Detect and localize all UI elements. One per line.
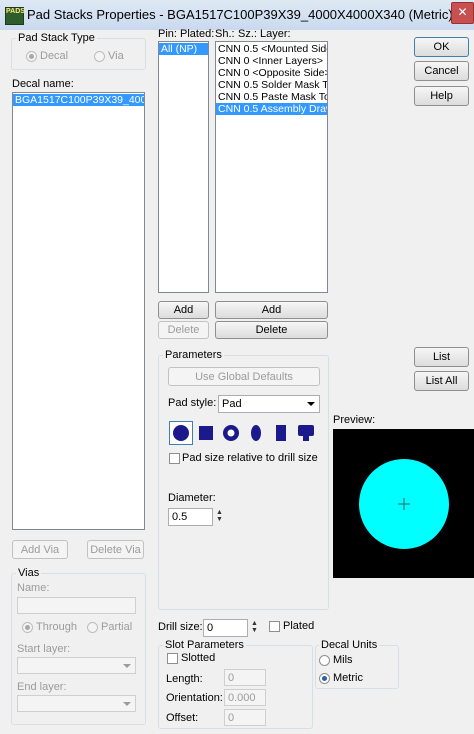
pin-list[interactable]: All (NP) (158, 41, 209, 293)
delete-via-button[interactable]: Delete Via (87, 540, 144, 559)
parameters-legend: Parameters (163, 349, 224, 361)
square-pad-icon[interactable] (194, 421, 218, 445)
chevron-down-icon (123, 664, 131, 668)
plated-label: Plated (283, 620, 315, 632)
odd-shape-pad-icon[interactable] (294, 421, 318, 445)
window-title: Pad Stacks Properties - BGA1517C100P39X3… (27, 7, 453, 22)
mils-radio[interactable] (319, 655, 330, 666)
layer-list-item[interactable]: CNN 0.5 Paste Mask Top (216, 91, 327, 103)
annular-pad-icon[interactable] (219, 421, 243, 445)
layer-list[interactable]: CNN 0.5 <Mounted Side> CNN 0 <Inner Laye… (215, 41, 328, 293)
help-button[interactable]: Help (414, 86, 469, 106)
offset-input[interactable]: 0 (224, 709, 266, 726)
plated-checkbox[interactable] (269, 621, 280, 632)
drill-size-label: Drill size: (158, 621, 203, 633)
decal-name-label: Decal name: (12, 78, 74, 90)
title-bar: PADS Pad Stacks Properties - BGA1517C100… (0, 0, 474, 31)
layer-list-item-selected[interactable]: CNN 0.5 Assembly Drawing (216, 103, 327, 115)
metric-radio[interactable] (319, 673, 330, 684)
drill-size-input[interactable]: 0 (203, 619, 248, 637)
through-radio-label: Through (36, 621, 77, 633)
add-via-button[interactable]: Add Via (12, 540, 68, 559)
partial-radio-label: Partial (101, 621, 133, 633)
app-icon: PADS (5, 7, 25, 25)
layer-add-button[interactable]: Add (215, 301, 328, 319)
layer-header: Layer: (260, 28, 291, 40)
decal-name-list[interactable]: BGA1517C100P39X39_4000X40 (12, 92, 145, 530)
pad-size-relative-label: Pad size relative to drill size (182, 452, 318, 464)
end-layer-label: End layer: (17, 681, 67, 693)
diameter-label: Diameter: (168, 492, 216, 504)
list-button[interactable]: List (414, 347, 469, 367)
parameters-group (158, 355, 329, 610)
pin-add-button[interactable]: Add (158, 301, 209, 319)
vias-legend: Vias (16, 567, 42, 579)
length-label: Length: (166, 673, 203, 685)
oval-pad-icon[interactable] (244, 421, 268, 445)
ok-button[interactable]: OK (414, 37, 469, 57)
partial-radio[interactable] (87, 622, 98, 633)
chevron-down-icon (123, 702, 131, 706)
layer-list-item[interactable]: CNN 0 <Opposite Side> (216, 67, 327, 79)
decal-list-item[interactable]: BGA1517C100P39X39_4000X40 (13, 94, 144, 106)
slotted-label: Slotted (181, 652, 216, 664)
pad-style-value: Pad (222, 398, 242, 410)
list-all-button[interactable]: List All (414, 371, 469, 391)
rectangle-pad-icon[interactable] (269, 421, 293, 445)
size-header: Sz.: (238, 28, 257, 40)
length-input[interactable]: 0 (224, 669, 266, 686)
slot-parameters-legend: Slot Parameters (163, 639, 246, 651)
close-button[interactable]: ✕ (451, 2, 474, 24)
cancel-button[interactable]: Cancel (414, 61, 469, 81)
via-radio-label: Via (108, 50, 124, 62)
start-layer-label: Start layer: (17, 643, 71, 655)
layer-list-item[interactable]: CNN 0 <Inner Layers> (216, 55, 327, 67)
end-layer-select[interactable] (17, 695, 136, 712)
metric-radio-label: Metric (333, 672, 363, 684)
use-global-defaults-button[interactable]: Use Global Defaults (168, 367, 320, 386)
mils-radio-label: Mils (333, 654, 353, 666)
preview-label: Preview: (333, 414, 376, 426)
through-radio[interactable] (22, 622, 33, 633)
decal-radio-label: Decal (40, 50, 69, 62)
orientation-input[interactable]: 0.000 (224, 689, 266, 706)
chevron-down-icon (307, 402, 315, 406)
diameter-spinner[interactable]: ▲ ▼ (215, 509, 224, 523)
pad-size-relative-checkbox[interactable] (169, 453, 180, 464)
start-layer-select[interactable] (17, 657, 136, 674)
plated-header: Plated: (180, 28, 215, 40)
round-pad-icon[interactable] (169, 421, 193, 445)
pin-delete-button[interactable]: Delete (158, 321, 209, 339)
layer-delete-button[interactable]: Delete (215, 321, 328, 339)
diameter-input[interactable]: 0.5 (168, 508, 213, 526)
decal-radio[interactable] (26, 51, 37, 62)
preview-canvas (333, 429, 474, 578)
pin-header: Pin: (158, 28, 177, 40)
pad-stack-type-legend: Pad Stack Type (16, 32, 97, 44)
shape-header: Sh.: (215, 28, 235, 40)
slotted-checkbox[interactable] (167, 653, 178, 664)
drill-size-spinner[interactable]: ▲ ▼ (250, 620, 259, 634)
orientation-label: Orientation: (166, 692, 223, 704)
via-radio[interactable] (94, 51, 105, 62)
via-name-label: Name: (17, 582, 50, 594)
layer-list-item[interactable]: CNN 0.5 <Mounted Side> (216, 43, 327, 55)
pad-style-label: Pad style: (168, 397, 217, 409)
offset-label: Offset: (166, 712, 199, 724)
via-name-input[interactable] (17, 597, 136, 614)
decal-units-legend: Decal Units (319, 639, 380, 651)
pin-list-item[interactable]: All (NP) (159, 43, 208, 55)
layer-list-item[interactable]: CNN 0.5 Solder Mask Top (216, 79, 327, 91)
pad-style-select[interactable]: Pad (218, 395, 320, 413)
